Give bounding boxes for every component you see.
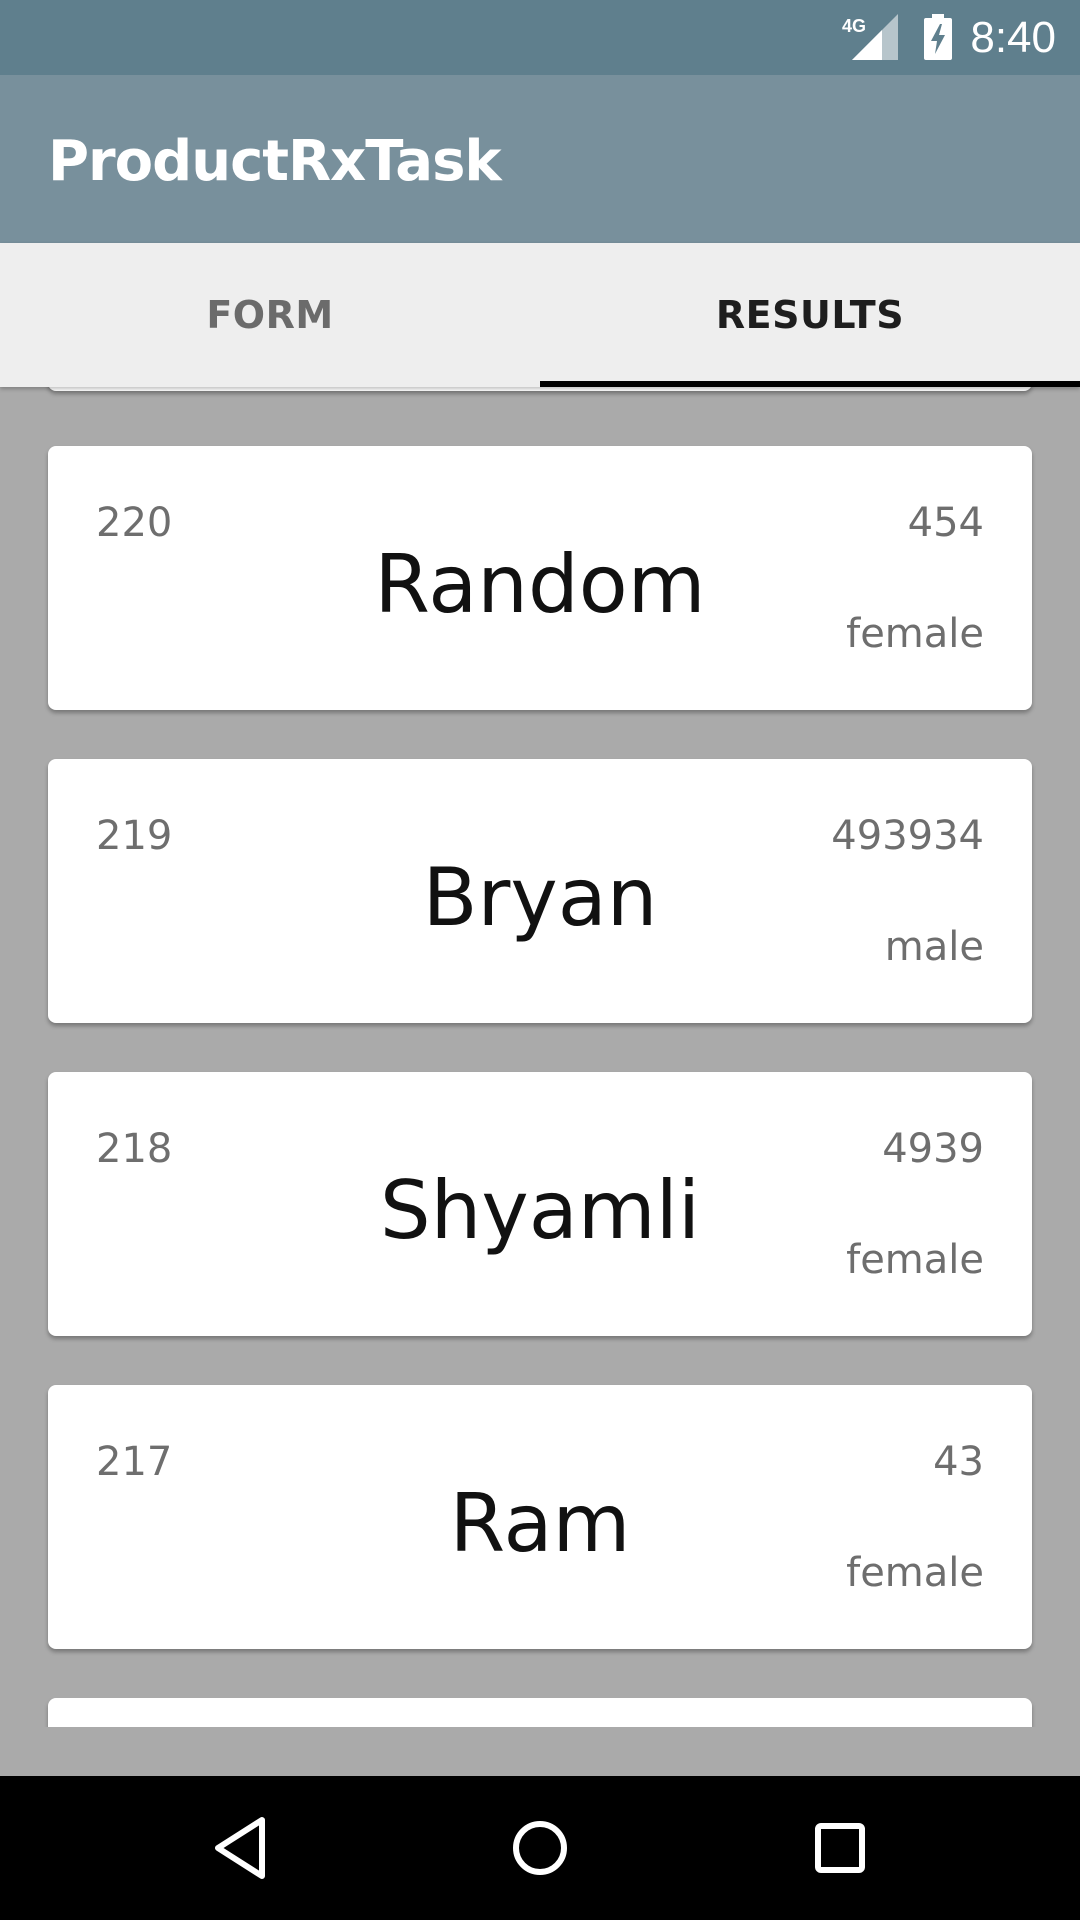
- result-gender: male: [884, 924, 984, 970]
- network-type-label: 4G: [842, 16, 866, 36]
- result-gender: female: [846, 611, 984, 657]
- list-item-partial-top[interactable]: [48, 387, 1032, 391]
- battery-charging-icon: [924, 14, 952, 60]
- result-gender: female: [846, 1237, 984, 1283]
- tab-form[interactable]: FORM: [0, 243, 540, 387]
- status-bar: 4G 8:40: [0, 0, 1080, 75]
- tab-results[interactable]: RESULTS: [540, 243, 1080, 387]
- results-list[interactable]: 220 454 Random female 219 493934 Bryan m…: [0, 387, 1080, 1727]
- result-card[interactable]: 219 493934 Bryan male: [48, 759, 1032, 1023]
- app-title: ProductRxTask: [48, 129, 502, 194]
- result-card[interactable]: 220 454 Random female: [48, 446, 1032, 710]
- result-gender: female: [846, 1550, 984, 1596]
- home-button[interactable]: [480, 1776, 600, 1920]
- clock: 8:40: [970, 13, 1056, 62]
- list-clip: [0, 1698, 1080, 1727]
- tab-bar: FORM RESULTS: [0, 243, 1080, 387]
- home-circle-icon: [513, 1821, 567, 1875]
- app-bar: ProductRxTask: [0, 75, 1080, 243]
- cell-signal-icon: 4G: [842, 14, 898, 60]
- recents-button[interactable]: [780, 1776, 900, 1920]
- tab-indicator: [540, 381, 1080, 387]
- back-button[interactable]: [180, 1776, 300, 1920]
- result-card[interactable]: 217 43 Ram female: [48, 1385, 1032, 1649]
- back-triangle-icon: [215, 1817, 265, 1879]
- result-card[interactable]: 218 4939 Shyamli female: [48, 1072, 1032, 1336]
- recents-square-icon: [815, 1823, 865, 1873]
- list-item-partial-bottom[interactable]: [48, 1698, 1032, 1727]
- system-nav-bar: [0, 1776, 1080, 1920]
